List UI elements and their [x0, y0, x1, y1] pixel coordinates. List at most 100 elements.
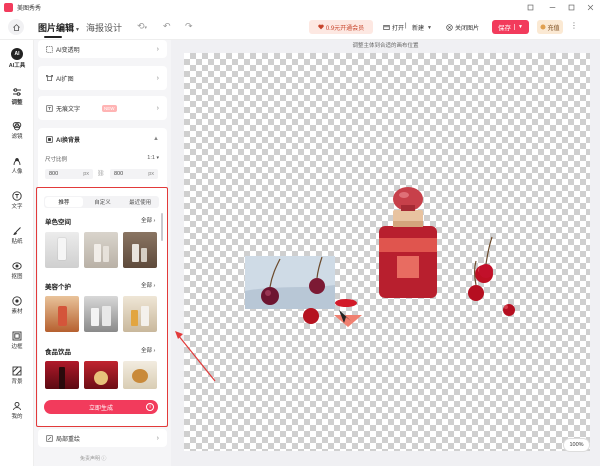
height-unit: px [148, 171, 154, 177]
background-icon [12, 365, 23, 376]
user-icon [12, 400, 23, 411]
pin-icon[interactable] [521, 0, 539, 14]
expand-icon [45, 74, 53, 82]
tab-image-edit[interactable]: 图片编辑▼ [38, 21, 80, 34]
active-tab-indicator [44, 36, 62, 38]
open-icon [383, 25, 390, 30]
ai-icon: AI [11, 48, 23, 60]
highlight-box [36, 187, 168, 427]
text-erase-icon [45, 104, 53, 112]
tab-image-edit-label: 图片编辑 [38, 23, 75, 33]
rail-item-portrait[interactable]: 人像 [0, 155, 34, 175]
undo-icon[interactable]: ↶ [163, 21, 171, 32]
link-icon[interactable]: ⛓ [97, 170, 105, 177]
portrait-icon [12, 155, 23, 166]
chevron-right-icon: › [156, 104, 159, 112]
new-button-label: 新建 [412, 26, 425, 32]
app-name: 美图秀秀 [17, 5, 42, 12]
size-ratio-label: 尺寸比例 [45, 157, 68, 163]
background-swap-icon [45, 135, 53, 143]
rail-item-ai-tools[interactable]: AI AI工具 [0, 48, 34, 69]
disclaimer-link[interactable]: 免责声明 ⓘ [80, 455, 106, 462]
partial-redraw-card[interactable]: 局部重绘 › [38, 429, 167, 447]
rail-item-background[interactable]: 背景 [0, 365, 34, 385]
rail-item-label: 人像 [11, 169, 23, 175]
zoom-level[interactable]: 100% [563, 438, 590, 452]
rail-item-label: 抠图 [11, 274, 23, 280]
canvas-hint: 调整主体到合适的画布位置 [352, 43, 419, 49]
close-image-button[interactable]: 关闭图片 [446, 23, 479, 32]
save-button[interactable]: 保存 ▼ [492, 20, 529, 34]
ai-background-header[interactable]: AI换背景 ▲ [38, 128, 167, 150]
close-window-icon[interactable] [581, 0, 599, 14]
recharge-button[interactable]: 充值 [537, 20, 563, 34]
width-value: 800 [49, 171, 59, 177]
cutout-icon [12, 260, 23, 271]
rail-item-material[interactable]: 素材 [0, 295, 34, 315]
ai-expand-card[interactable]: AI扩图 › [38, 66, 167, 90]
rail-item-label: 滤镜 [11, 134, 23, 140]
coin-icon [540, 24, 547, 30]
divider: | [405, 23, 407, 29]
ai-transparent-card[interactable]: AI变透明 › [38, 40, 167, 58]
chevron-up-icon: ▲ [153, 136, 159, 142]
more-icon[interactable]: ⋮ [570, 21, 578, 30]
rail-item-cutout[interactable]: 抠图 [0, 260, 34, 280]
chevron-right-icon: › [156, 45, 159, 53]
redraw-icon [45, 434, 53, 442]
chevron-down-icon: ▼ [427, 24, 432, 31]
rail-item-label: 素材 [11, 309, 23, 315]
height-input[interactable]: 800 px [110, 169, 158, 179]
transparent-canvas[interactable] [184, 53, 590, 451]
rail-item-label: 文字 [11, 204, 23, 210]
rail-item-label: 背景 [11, 379, 23, 385]
width-input[interactable]: 800 px [45, 169, 93, 179]
tab-poster-design[interactable]: 海报设计 [86, 21, 122, 34]
vip-button[interactable]: 0.9元开通会员 [309, 20, 373, 34]
rail-item-text[interactable]: 文字 [0, 190, 34, 210]
rail-item-adjust[interactable]: 调整 [0, 86, 34, 106]
size-ratio-value: 1:1 [147, 155, 155, 161]
rail-item-mine[interactable]: 我的 [0, 400, 34, 420]
chevron-down-icon[interactable]: ▼ [514, 24, 523, 30]
maximize-icon[interactable] [562, 0, 580, 14]
photo-layer [245, 256, 335, 309]
ai-background-title: AI换背景 [56, 137, 81, 144]
recharge-button-label: 充值 [547, 25, 560, 32]
new-badge: NEW [102, 104, 117, 112]
title-bar: 美图秀秀 [0, 0, 600, 14]
top-toolbar: 图片编辑▼ 海报设计 ⟲▾ ↶ ↷ 0.9元开通会员 打开 | 新建 ▼ 关闭图片… [0, 14, 600, 40]
open-button-label: 打开 [392, 26, 405, 32]
home-button[interactable] [8, 19, 24, 35]
remove-text-label: 无痕文字 [56, 106, 81, 113]
text-icon [12, 190, 23, 201]
save-button-label: 保存 [498, 25, 512, 32]
chevron-down-icon: ▼ [75, 27, 80, 33]
filter-icon [12, 120, 23, 131]
disclaimer-label: 免责声明 [80, 456, 101, 462]
app-logo-icon [4, 2, 13, 12]
rail-item-label: AI工具 [8, 63, 26, 69]
sliders-icon [12, 86, 23, 97]
rail-item-filter[interactable]: 滤镜 [0, 120, 34, 140]
remove-text-card[interactable]: 无痕文字 NEW › [38, 96, 167, 120]
rail-item-label: 我的 [11, 414, 23, 420]
history-icon[interactable]: ⟲▾ [137, 21, 147, 32]
left-tool-rail: AI AI工具 调整 滤镜 人像 文字 贴纸 抠图 素材 边框 背景 我的 [0, 40, 34, 466]
redo-icon[interactable]: ↷ [185, 21, 193, 32]
new-button[interactable]: 新建 ▼ [412, 23, 432, 33]
rail-item-border[interactable]: 边框 [0, 330, 34, 350]
transparent-icon [45, 45, 53, 53]
open-button[interactable]: 打开 [383, 23, 404, 32]
rail-item-sticker[interactable]: 贴纸 [0, 225, 34, 245]
chevron-down-icon: ▾ [156, 155, 159, 161]
vip-button-label: 0.9元开通会员 [325, 25, 365, 32]
rail-item-label: 调整 [11, 100, 23, 106]
chevron-right-icon: › [156, 434, 159, 442]
heart-icon [318, 24, 324, 30]
height-value: 800 [114, 171, 124, 177]
rail-item-label: 贴纸 [11, 239, 23, 245]
canvas-artwork[interactable] [184, 53, 590, 451]
minimize-icon[interactable] [543, 0, 561, 14]
size-ratio-select[interactable]: 1:1 ▾ [147, 155, 159, 161]
